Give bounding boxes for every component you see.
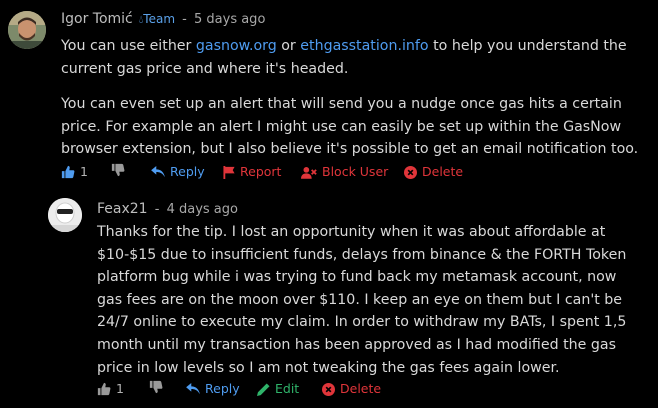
reply-button[interactable]: Reply [186, 380, 240, 398]
comment-actions: 1 Reply Edit Delete [97, 380, 417, 398]
comment-paragraph: You can even set up an alert that will s… [61, 96, 639, 158]
author-name[interactable]: Igor Tomić [61, 11, 133, 27]
avatar[interactable] [8, 11, 46, 49]
thumbs-up-icon [61, 165, 75, 179]
gasnow-link[interactable]: gasnow.org [196, 38, 277, 54]
reply-label: Reply [170, 164, 205, 179]
block-user-label: Block User [322, 164, 389, 179]
reply-button[interactable]: Reply [151, 163, 205, 181]
dislike-button[interactable] [149, 380, 163, 394]
like-button[interactable]: 1 [97, 380, 124, 398]
ethgasstation-link[interactable]: ethgasstation.info [300, 38, 428, 54]
comment-paragraph: Thanks for the tip. I lost an opportunit… [97, 224, 627, 376]
comment-timestamp[interactable]: 4 days ago [167, 202, 238, 217]
circle-x-icon [322, 382, 335, 396]
delete-button[interactable]: Delete [322, 380, 381, 398]
circle-x-icon [404, 165, 417, 179]
comment-body: Thanks for the tip. I lost an opportunit… [97, 221, 645, 379]
comment-timestamp[interactable]: 5 days ago [194, 12, 265, 27]
like-button[interactable]: 1 [61, 163, 88, 181]
delete-button[interactable]: Delete [404, 163, 463, 181]
dislike-button[interactable] [111, 163, 125, 177]
report-label: Report [240, 164, 282, 179]
comment-body: You can use either gasnow.org or ethgass… [61, 35, 649, 161]
comment-meta: Igor Tomić 💧︎Team - 5 days ago [61, 11, 265, 27]
reply-arrow-icon [151, 166, 165, 178]
reply-arrow-icon [186, 383, 200, 395]
pencil-icon [257, 382, 270, 396]
delete-label: Delete [340, 381, 382, 396]
comment-actions: 1 Reply Report Block User Delete [61, 163, 651, 181]
author-name[interactable]: Feax21 [97, 201, 148, 217]
block-user-button[interactable]: Block User [301, 163, 388, 181]
thumbs-up-icon [97, 382, 111, 396]
team-badge: Team [143, 12, 176, 26]
avatar[interactable] [48, 198, 82, 232]
comment-meta: Feax21 - 4 days ago [97, 201, 238, 217]
report-button[interactable]: Report [223, 163, 281, 181]
meta-separator: - [182, 12, 187, 27]
edit-label: Edit [275, 381, 300, 396]
meta-separator: - [154, 202, 160, 217]
comment-paragraph: You can use either gasnow.org or ethgass… [61, 35, 649, 80]
edit-button[interactable]: Edit [257, 380, 299, 398]
user-block-icon [301, 166, 317, 179]
paragraph-text: You can use either [61, 38, 196, 54]
like-count: 1 [80, 164, 88, 179]
paragraph-text: or [276, 38, 301, 54]
delete-label: Delete [422, 164, 464, 179]
thumbs-down-icon [149, 380, 163, 394]
reply-label: Reply [205, 381, 240, 396]
like-count: 1 [116, 381, 124, 396]
flag-icon [223, 165, 235, 179]
thumbs-down-icon [111, 163, 125, 177]
